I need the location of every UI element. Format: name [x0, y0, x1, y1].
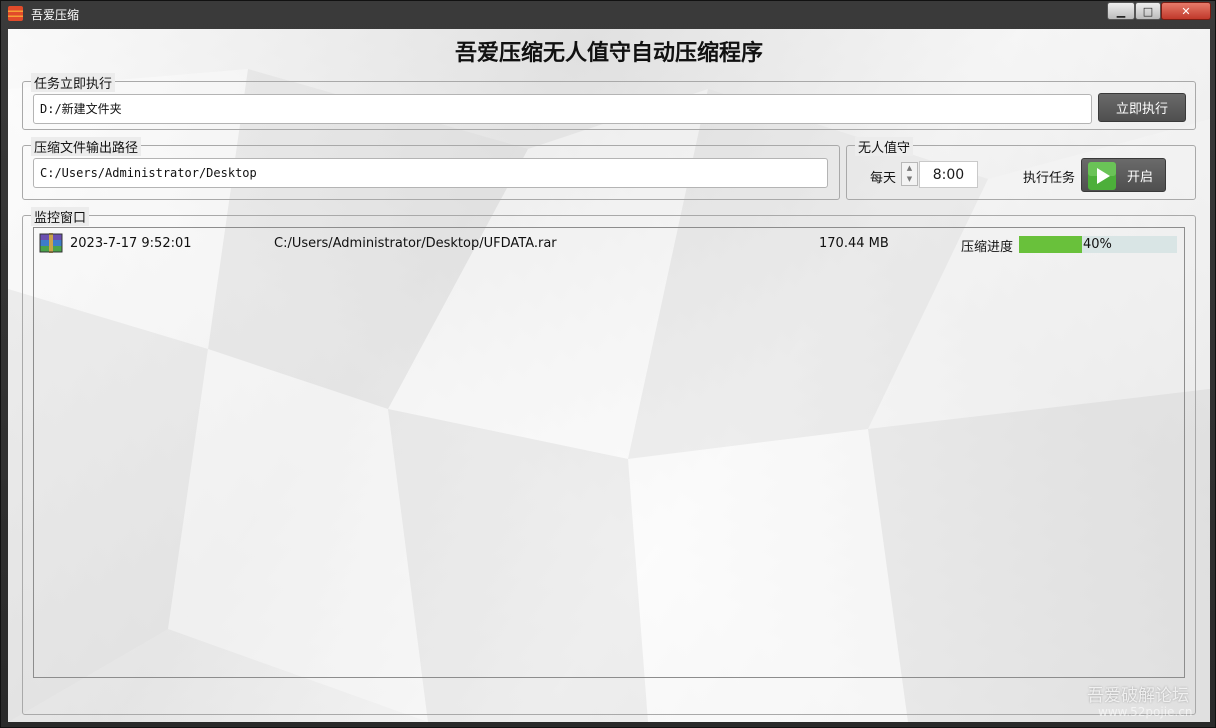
- row-path: C:/Users/Administrator/Desktop/UFDATA.ra…: [274, 236, 557, 251]
- spin-up-icon[interactable]: ▲: [902, 163, 917, 174]
- row-progress-label: 压缩进度: [961, 240, 1014, 255]
- app-window: 吾爱压缩 ▁ □ ✕ 吾爱压缩无人值守自动压缩程序 任务立即执行 D:/新建文件…: [0, 0, 1216, 728]
- maximize-button[interactable]: □: [1135, 2, 1161, 20]
- time-spinner-arrows[interactable]: ▲ ▼: [901, 162, 918, 186]
- spin-down-icon[interactable]: ▼: [902, 174, 917, 185]
- task-path-input[interactable]: D:/新建文件夹: [33, 94, 1092, 124]
- row-time: 2023-7-17 9:52:01: [70, 236, 192, 251]
- unattended-group-legend: 无人值守: [855, 137, 914, 156]
- list-item[interactable]: 2023-7-17 9:52:01 C:/Users/Administrator…: [34, 232, 1184, 256]
- daily-label: 每天: [870, 171, 897, 186]
- output-path-input[interactable]: C:/Users/Administrator/Desktop: [33, 158, 828, 188]
- minimize-button[interactable]: ▁: [1107, 2, 1135, 20]
- page-title: 吾爱压缩无人值守自动压缩程序: [454, 41, 763, 66]
- task-group-legend: 任务立即执行: [31, 73, 116, 92]
- client-area: 吾爱压缩无人值守自动压缩程序 任务立即执行 D:/新建文件夹 立即执行 压缩文件…: [8, 29, 1210, 722]
- window-title: 吾爱压缩: [31, 8, 80, 22]
- output-group-legend: 压缩文件输出路径: [31, 137, 142, 156]
- close-button[interactable]: ✕: [1161, 2, 1211, 20]
- start-button-label: 开启: [1126, 169, 1153, 185]
- watermark-url: www.52pojie.cn: [1098, 705, 1193, 719]
- start-schedule-button[interactable]: 开启: [1081, 158, 1166, 192]
- row-size: 170.44 MB: [819, 236, 889, 251]
- title-bar[interactable]: 吾爱压缩 ▁ □ ✕: [1, 1, 1216, 28]
- execute-task-label: 执行任务: [1023, 171, 1076, 186]
- progress-percent: 40%: [1083, 237, 1112, 252]
- run-now-button[interactable]: 立即执行: [1098, 93, 1186, 122]
- daily-time-input[interactable]: 8:00: [919, 161, 978, 188]
- winrar-archive-icon: [39, 233, 63, 253]
- monitor-list[interactable]: 2023-7-17 9:52:01 C:/Users/Administrator…: [33, 227, 1185, 678]
- progress-fill: [1019, 236, 1082, 253]
- compression-progress-bar: 40%: [1019, 236, 1177, 253]
- watermark-text: 吾爱破解论坛: [1087, 686, 1189, 706]
- monitor-group-legend: 监控窗口: [31, 207, 90, 226]
- play-icon: [1088, 162, 1116, 190]
- app-logo-icon: [8, 6, 23, 21]
